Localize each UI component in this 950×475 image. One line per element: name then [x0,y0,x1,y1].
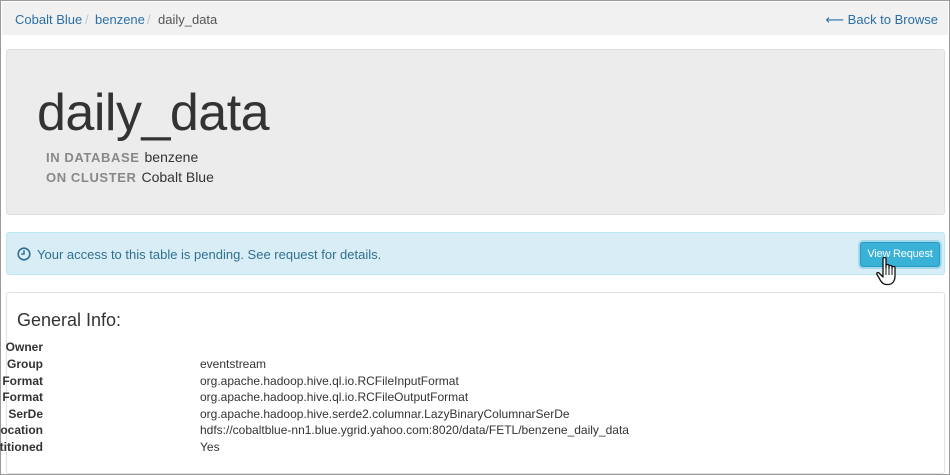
info-value: org.apache.hadoop.hive.ql.io.RCFileOutpu… [200,390,469,404]
info-row-location: Location hdfs://cobaltblue-nn1.blue.ygri… [0,423,807,440]
database-value: benzene [144,149,199,165]
info-key: Partitioned [0,440,43,454]
cluster-value: Cobalt Blue [141,169,214,185]
info-row-owner: Owner [6,340,807,357]
general-info-title: General Info: [17,310,122,330]
breadcrumb-link-cluster[interactable]: Cobalt Blue [15,12,82,27]
info-row-partitioned: Partitioned Yes [0,440,807,457]
info-value: Yes [200,440,220,454]
page-title: daily_data [37,84,270,142]
info-value: eventstream [200,357,267,371]
info-value: org.apache.hadoop.hive.serde2.columnar.L… [200,407,570,421]
general-info-panel: General Info: Owner Group eventstream In… [0,292,945,474]
cluster-label: ON CLUSTER [46,170,137,185]
breadcrumb-link-database[interactable]: benzene [95,12,145,27]
database-label: IN DATABASE [46,150,140,165]
info-row-output-format: Output Format org.apache.hadoop.hive.ql.… [0,390,807,407]
pending-access-alert: Your access to this table is pending. Se… [6,232,945,275]
breadcrumb-separator: / [85,12,89,27]
alert-message: Your access to this table is pending. Se… [37,247,382,262]
table-header-panel: daily_data IN DATABASE benzene ON CLUSTER… [6,49,945,215]
info-value: hdfs://cobaltblue-nn1.blue.ygrid.yahoo.c… [200,423,629,437]
info-key: Group [7,357,43,371]
info-value: org.apache.hadoop.hive.ql.io.RCFileInput… [200,374,459,388]
hand-pointer-icon [874,256,904,288]
back-to-browse-link[interactable]: ⟵ Back to Browse [825,12,938,28]
breadcrumb: Cobalt Blue / benzene / daily_data ⟵ Bac… [2,2,948,35]
clock-icon [17,247,31,261]
info-row-input-format: Input Format org.apache.hadoop.hive.ql.i… [0,374,807,391]
info-key: Location [0,423,43,437]
breadcrumb-current: daily_data [158,12,218,27]
app-frame: Cobalt Blue / benzene / daily_data ⟵ Bac… [0,0,950,475]
info-key: Input Format [0,374,43,388]
info-key: SerDe [8,407,43,421]
info-key: Output Format [0,390,43,404]
info-row-group: Group eventstream [7,357,807,374]
breadcrumb-separator: / [147,12,151,27]
cluster-meta: ON CLUSTER Cobalt Blue [46,169,214,185]
database-meta: IN DATABASE benzene [46,149,198,165]
info-key: Owner [5,340,43,354]
info-row-serde: SerDe org.apache.hadoop.hive.serde2.colu… [7,407,807,424]
